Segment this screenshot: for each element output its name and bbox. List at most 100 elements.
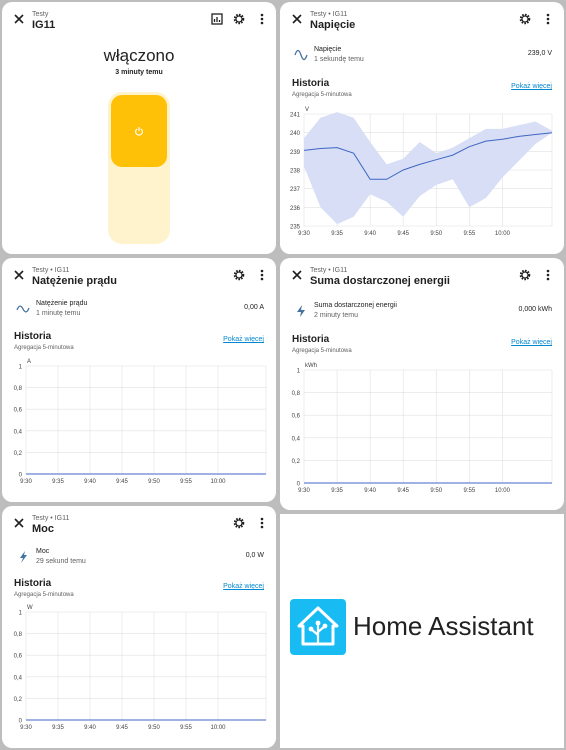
- x-tick-label: 9:30: [20, 725, 32, 731]
- flash-icon: [20, 551, 27, 563]
- y-tick-label: 241: [290, 113, 301, 119]
- entity-row[interactable]: Suma dostarczonej energii 2 minuty temu …: [294, 302, 552, 326]
- history-heading: Historia: [14, 578, 52, 589]
- x-tick-label: 10:00: [210, 725, 226, 731]
- breadcrumb: Testy: [32, 11, 49, 18]
- y-tick-label: 1: [297, 369, 301, 375]
- y-tick-label: 239: [290, 150, 301, 156]
- y-tick-label: 0,6: [292, 414, 301, 420]
- x-tick-label: 9:55: [180, 479, 192, 485]
- settings-gear-icon[interactable]: [518, 12, 532, 26]
- x-tick-label: 9:40: [364, 488, 376, 494]
- logo-panel: Home Assistant: [280, 514, 564, 748]
- history-heading: Historia: [14, 331, 52, 342]
- x-tick-label: 9:30: [20, 479, 32, 485]
- x-tick-label: 9:40: [84, 479, 96, 485]
- entity-last-changed: 29 sekund temu: [36, 558, 86, 565]
- settings-gear-icon[interactable]: [232, 12, 246, 26]
- lightning-bolt-icon: [297, 305, 305, 317]
- x-tick-label: 9:55: [180, 725, 192, 731]
- voltage-chart[interactable]: 235 236 237 238 239 240 241 9:30 9:35 9:40 9:45 9:5…: [280, 102, 564, 242]
- settings-gear-icon[interactable]: [232, 268, 246, 282]
- more-vert-icon[interactable]: [255, 12, 269, 26]
- y-tick-label: 1: [19, 365, 23, 371]
- aggregation-label: Agregacja 5-minutowa: [14, 592, 74, 598]
- x-tick-label: 9:35: [331, 231, 343, 237]
- x-tick-label: 10:00: [495, 488, 511, 494]
- close-icon[interactable]: [12, 268, 26, 282]
- dialog-title: Suma dostarczonej energii: [310, 275, 450, 287]
- y-tick-label: 0,6: [14, 408, 23, 414]
- entity-name: Suma dostarczonej energii: [314, 302, 397, 309]
- aggregation-label: Agregacja 5-minutowa: [292, 92, 352, 98]
- y-tick-label: 0: [297, 482, 301, 488]
- y-tick-label: 240: [290, 131, 301, 137]
- x-tick-label: 9:30: [298, 488, 310, 494]
- close-icon[interactable]: [12, 516, 26, 530]
- show-more-link[interactable]: Pokaż więcej: [223, 336, 264, 343]
- more-vert-icon[interactable]: [255, 268, 269, 282]
- history-heading: Historia: [292, 78, 330, 89]
- entity-row[interactable]: Napięcie 1 sekundę temu 239,0 V: [294, 46, 552, 70]
- voltage-dialog: Testy • IG11 Napięcie Napięcie 1 sekundę…: [280, 2, 564, 254]
- x-tick-label: 9:35: [52, 479, 64, 485]
- history-chart-icon[interactable]: [210, 12, 224, 26]
- dialog-title: Napięcie: [310, 19, 356, 31]
- current-dialog: Testy • IG11 Natężenie prądu Natężenie p…: [2, 258, 276, 502]
- entity-name: Natężenie prądu: [36, 300, 88, 307]
- show-more-link[interactable]: Pokaż więcej: [223, 583, 264, 590]
- close-icon[interactable]: [290, 268, 304, 282]
- x-tick-label: 9:45: [116, 479, 128, 485]
- dialog-title: Moc: [32, 523, 54, 535]
- aggregation-label: Agregacja 5-minutowa: [14, 345, 74, 351]
- energy-chart[interactable]: 0 0,2 0,4 0,6 0,8 1 9:30 9:35 9:40 9:45 9:50 9:55 10…: [280, 358, 564, 498]
- entity-value: 239,0 V: [527, 50, 552, 57]
- history-heading: Historia: [292, 334, 330, 345]
- switch-dialog: Testy IG11 włączono 3 minuty temu: [2, 2, 276, 254]
- x-tick-label: 9:50: [148, 725, 160, 731]
- entity-row[interactable]: Moc 29 sekund temu 0,0 W: [16, 548, 264, 572]
- x-tick-label: 9:55: [463, 488, 475, 494]
- x-tick-label: 9:50: [148, 479, 160, 485]
- y-tick-label: 0,6: [14, 654, 23, 660]
- current-chart[interactable]: 0 0,2 0,4 0,6 0,8 1 9:30 9:35 9:40 9:45 9:50 9:55 10…: [2, 354, 276, 490]
- toggle-switch-track[interactable]: [108, 92, 170, 244]
- show-more-link[interactable]: Pokaż więcej: [511, 83, 552, 90]
- y-tick-label: 0,8: [292, 391, 301, 397]
- settings-gear-icon[interactable]: [232, 516, 246, 530]
- breadcrumb: Testy • IG11: [32, 267, 70, 274]
- entity-row[interactable]: Natężenie prądu 1 minutę temu 0,00 A: [16, 300, 264, 324]
- y-tick-label: 238: [290, 169, 301, 175]
- home-assistant-wordmark: Home Assistant: [353, 611, 534, 641]
- close-icon[interactable]: [12, 12, 26, 26]
- toggle-switch-thumb[interactable]: [111, 95, 167, 167]
- x-tick-label: 10:00: [210, 479, 226, 485]
- power-chart[interactable]: 0 0,2 0,4 0,6 0,8 1 9:30 9:35 9:40 9:45 9:50 9:55 10…: [2, 600, 276, 736]
- sine-wave-icon: [294, 49, 308, 61]
- breadcrumb: Testy • IG11: [310, 11, 348, 18]
- y-tick-label: 0: [19, 719, 23, 725]
- more-vert-icon[interactable]: [255, 516, 269, 530]
- y-axis-unit-label: A: [27, 359, 31, 365]
- dialog-header: Testy • IG11 Napięcie: [280, 2, 564, 38]
- breadcrumb: Testy • IG11: [32, 515, 70, 522]
- settings-gear-icon[interactable]: [518, 268, 532, 282]
- y-tick-label: 0,2: [14, 451, 23, 457]
- y-axis-unit-label: kWh: [305, 363, 317, 369]
- dialog-title: Natężenie prądu: [32, 275, 117, 287]
- current-ac-icon: [16, 305, 30, 313]
- x-tick-label: 10:00: [495, 231, 511, 237]
- power-icon: [135, 127, 143, 136]
- close-icon[interactable]: [290, 12, 304, 26]
- more-vert-icon[interactable]: [541, 12, 555, 26]
- x-tick-label: 9:50: [430, 231, 442, 237]
- entity-last-changed: 1 sekundę temu: [314, 56, 364, 63]
- dialog-title: IG11: [32, 19, 56, 31]
- entity-name: Napięcie: [314, 46, 342, 53]
- y-tick-label: 0,2: [292, 459, 301, 465]
- more-vert-icon[interactable]: [541, 268, 555, 282]
- home-assistant-logo-icon: [290, 599, 346, 655]
- show-more-link[interactable]: Pokaż więcej: [511, 339, 552, 346]
- breadcrumb: Testy • IG11: [310, 267, 348, 274]
- aggregation-label: Agregacja 5-minutowa: [292, 348, 352, 354]
